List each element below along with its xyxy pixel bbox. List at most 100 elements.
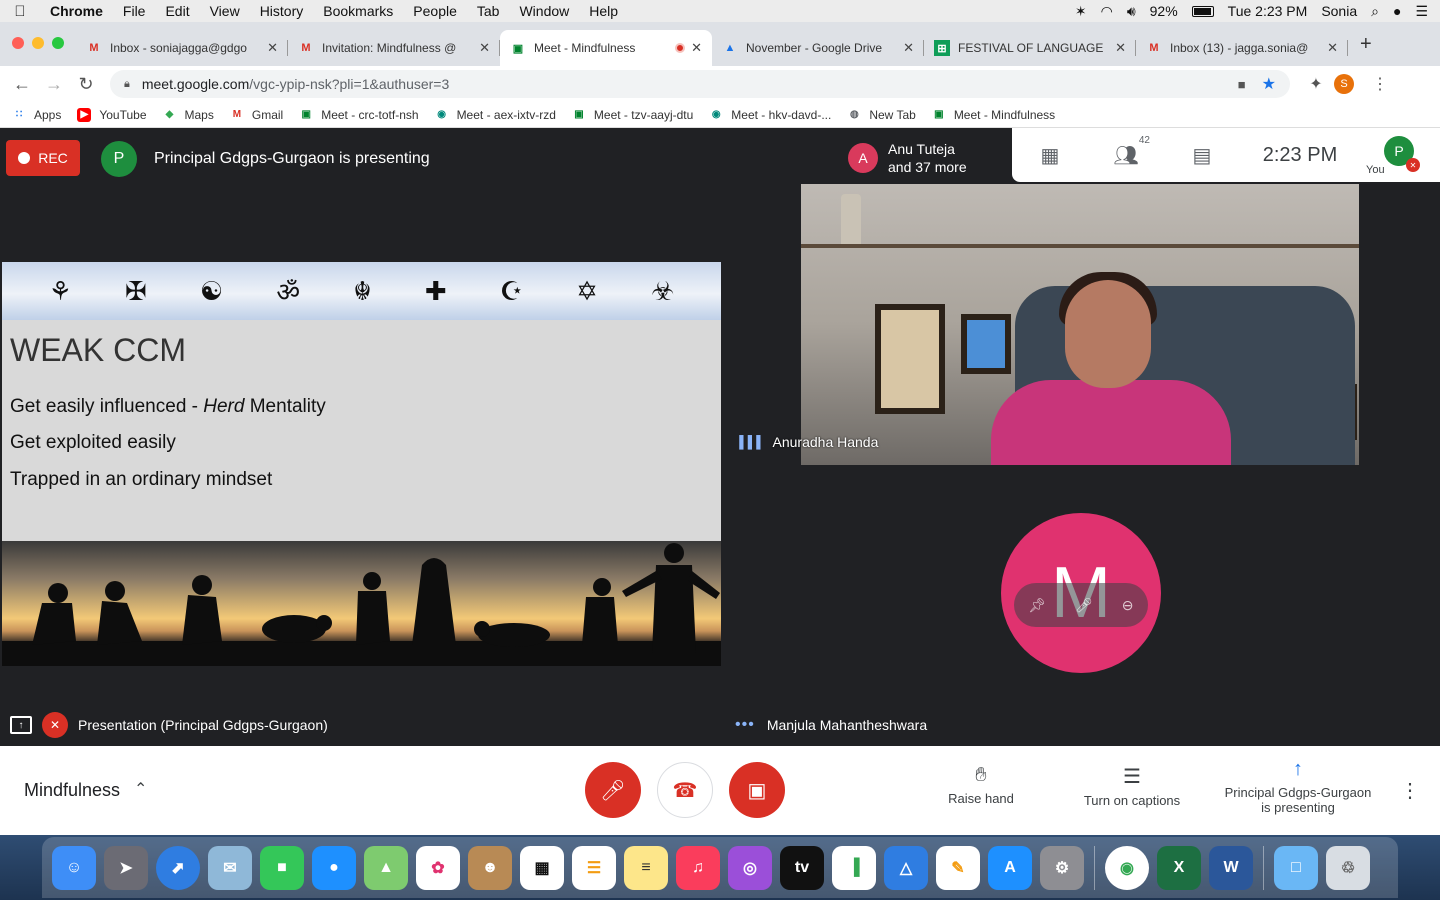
- menu-chrome[interactable]: Chrome: [40, 3, 113, 19]
- menu-edit[interactable]: Edit: [155, 3, 199, 19]
- user-name[interactable]: Sonia: [1321, 3, 1357, 19]
- word-icon[interactable]: W: [1209, 845, 1253, 890]
- excel-icon[interactable]: X: [1157, 845, 1201, 890]
- bookmark-maps[interactable]: ◆ Maps: [163, 108, 214, 122]
- notification-center-icon[interactable]: ☰: [1415, 3, 1428, 20]
- calendar-icon[interactable]: ▦: [520, 845, 564, 890]
- numbers-icon[interactable]: ▐: [832, 845, 876, 890]
- captions-button[interactable]: ☰ Turn on captions: [1074, 764, 1190, 808]
- notes-icon[interactable]: ≡: [624, 845, 668, 890]
- remove-participant-icon[interactable]: ⊖: [1122, 597, 1134, 614]
- close-tab-icon[interactable]: ✕: [903, 40, 914, 56]
- bookmark-apps[interactable]: ∷ Apps: [12, 108, 62, 122]
- bookmark-meet-mindfulness[interactable]: ▣ Meet - Mindfulness: [932, 108, 1055, 122]
- address-bar[interactable]: 🔒︎ meet.google.com/vgc-ypip-nsk?pli=1&au…: [110, 70, 1290, 98]
- photos-icon[interactable]: ✿: [416, 845, 460, 890]
- bookmark-meet-aex[interactable]: ◉ Meet - aex-ixtv-rzd: [435, 108, 556, 122]
- safari-icon[interactable]: ⬈: [156, 845, 200, 890]
- system-preferences-icon[interactable]: ⚙: [1040, 845, 1084, 890]
- leave-call-button[interactable]: ☎︎: [657, 762, 713, 818]
- apple-icon[interactable]: : [0, 3, 40, 20]
- chat-icon[interactable]: ▤: [1164, 143, 1240, 168]
- layout-grid-icon[interactable]: ▦: [1012, 143, 1088, 168]
- pin-icon[interactable]: 📌︎: [1028, 597, 1046, 614]
- menu-window[interactable]: Window: [509, 3, 579, 19]
- chrome-icon[interactable]: ◉: [1105, 845, 1149, 890]
- lock-icon[interactable]: 🔒︎: [124, 78, 130, 91]
- bookmark-meet-tzv[interactable]: ▣ Meet - tzv-aayj-dtu: [572, 108, 693, 122]
- tab-festival-of-language[interactable]: ⊞ FESTIVAL OF LANGUAGE ✕: [924, 30, 1136, 66]
- menu-history[interactable]: History: [250, 3, 314, 19]
- pages-icon[interactable]: ✎: [936, 845, 980, 890]
- volume-icon[interactable]: 🔊︎: [1127, 3, 1136, 20]
- finder-icon[interactable]: ☺: [52, 845, 96, 890]
- wifi-icon[interactable]: ◠: [1101, 3, 1113, 20]
- participant-video-tile[interactable]: [801, 184, 1359, 465]
- menu-people[interactable]: People: [403, 3, 467, 19]
- close-tab-icon[interactable]: ✕: [1327, 40, 1338, 56]
- menu-file[interactable]: File: [113, 3, 156, 19]
- recording-badge[interactable]: REC: [6, 140, 80, 176]
- participants-button[interactable]: 👥︎ 42: [1088, 135, 1164, 168]
- close-tab-icon[interactable]: ✕: [479, 40, 490, 56]
- bookmark-meet-hkv[interactable]: ◉ Meet - hkv-davd-...: [709, 108, 831, 122]
- tab-inbox-soniajagga[interactable]: M Inbox - soniajagga@gdgo ✕: [76, 30, 288, 66]
- tab-inbox-jagga-sonia[interactable]: M Inbox (13) - jagga.sonia@ ✕: [1136, 30, 1348, 66]
- menu-bookmarks[interactable]: Bookmarks: [313, 3, 403, 19]
- tab-invitation-mindfulness[interactable]: M Invitation: Mindfulness @ ✕: [288, 30, 500, 66]
- battery-icon[interactable]: [1191, 5, 1214, 17]
- extensions-icon[interactable]: ✦: [1302, 74, 1330, 94]
- raise-hand-button[interactable]: ✋︎ Raise hand: [940, 764, 1022, 806]
- camera-toggle-button[interactable]: ▣: [729, 762, 785, 818]
- apple-tv-icon[interactable]: tv: [780, 845, 824, 890]
- close-tab-icon[interactable]: ✕: [1115, 40, 1126, 56]
- messages-icon[interactable]: ●: [312, 845, 356, 890]
- menu-clock[interactable]: Tue 2:23 PM: [1228, 3, 1308, 19]
- bookmark-meet-crc[interactable]: ▣ Meet - crc-totf-nsh: [299, 108, 418, 122]
- minimize-window-button[interactable]: [32, 37, 44, 49]
- presenting-status-button[interactable]: ↑ Principal Gdgps-Gurgaon is presenting: [1210, 758, 1386, 815]
- menu-tab[interactable]: Tab: [467, 3, 510, 19]
- close-tab-icon[interactable]: ✕: [691, 40, 702, 56]
- mute-participant-icon[interactable]: 🎤︎: [1075, 597, 1093, 614]
- bookmark-youtube[interactable]: ▶ YouTube: [77, 107, 147, 122]
- chevron-up-icon[interactable]: ⌃: [134, 779, 147, 799]
- forward-icon[interactable]: →: [38, 74, 70, 95]
- profile-avatar[interactable]: S: [1334, 74, 1354, 94]
- menu-help[interactable]: Help: [579, 3, 628, 19]
- back-icon[interactable]: ←: [6, 74, 38, 95]
- microphone-toggle-button[interactable]: 🎤︎: [585, 762, 641, 818]
- chrome-menu-icon[interactable]: ⋮: [1366, 74, 1394, 94]
- active-speakers-chip[interactable]: A Anu Tuteja and 37 more: [840, 134, 1012, 182]
- bluetooth-icon[interactable]: ✶: [1075, 3, 1087, 20]
- meeting-title[interactable]: Mindfulness: [24, 780, 120, 801]
- bookmark-star-icon[interactable]: ★: [1262, 74, 1276, 94]
- menu-view[interactable]: View: [200, 3, 250, 19]
- bookmark-new-tab[interactable]: ◍ New Tab: [847, 108, 916, 122]
- zoom-window-button[interactable]: [52, 37, 64, 49]
- siri-icon[interactable]: ●: [1393, 3, 1401, 19]
- tab-meet-mindfulness[interactable]: ▣ Meet - Mindfulness ✕: [500, 30, 712, 66]
- launchpad-icon[interactable]: ➤: [104, 845, 148, 890]
- close-window-button[interactable]: [12, 37, 24, 49]
- maps-app-icon[interactable]: ▲: [364, 845, 408, 890]
- more-options-icon[interactable]: ⋮: [1400, 778, 1420, 803]
- reload-icon[interactable]: ↻: [70, 74, 102, 95]
- keynote-icon[interactable]: △: [884, 845, 928, 890]
- tab-google-drive[interactable]: ▲ November - Google Drive ✕: [712, 30, 924, 66]
- contacts-icon[interactable]: ☻: [468, 845, 512, 890]
- camera-in-use-icon[interactable]: ■: [1238, 77, 1246, 92]
- music-icon[interactable]: ♫: [676, 845, 720, 890]
- reminders-icon[interactable]: ☰: [572, 845, 616, 890]
- downloads-folder-icon[interactable]: □: [1274, 845, 1318, 890]
- app-store-icon[interactable]: A: [988, 845, 1032, 890]
- close-tab-icon[interactable]: ✕: [267, 40, 278, 56]
- bookmark-gmail[interactable]: M Gmail: [230, 108, 284, 122]
- facetime-icon[interactable]: ■: [260, 845, 304, 890]
- mail-icon[interactable]: ✉: [208, 845, 252, 890]
- spotlight-icon[interactable]: ⌕: [1371, 3, 1379, 20]
- podcasts-icon[interactable]: ◎: [728, 845, 772, 890]
- new-tab-button[interactable]: +: [1348, 33, 1384, 56]
- trash-icon[interactable]: ♲: [1326, 845, 1370, 890]
- self-view[interactable]: P You ✕: [1360, 128, 1424, 182]
